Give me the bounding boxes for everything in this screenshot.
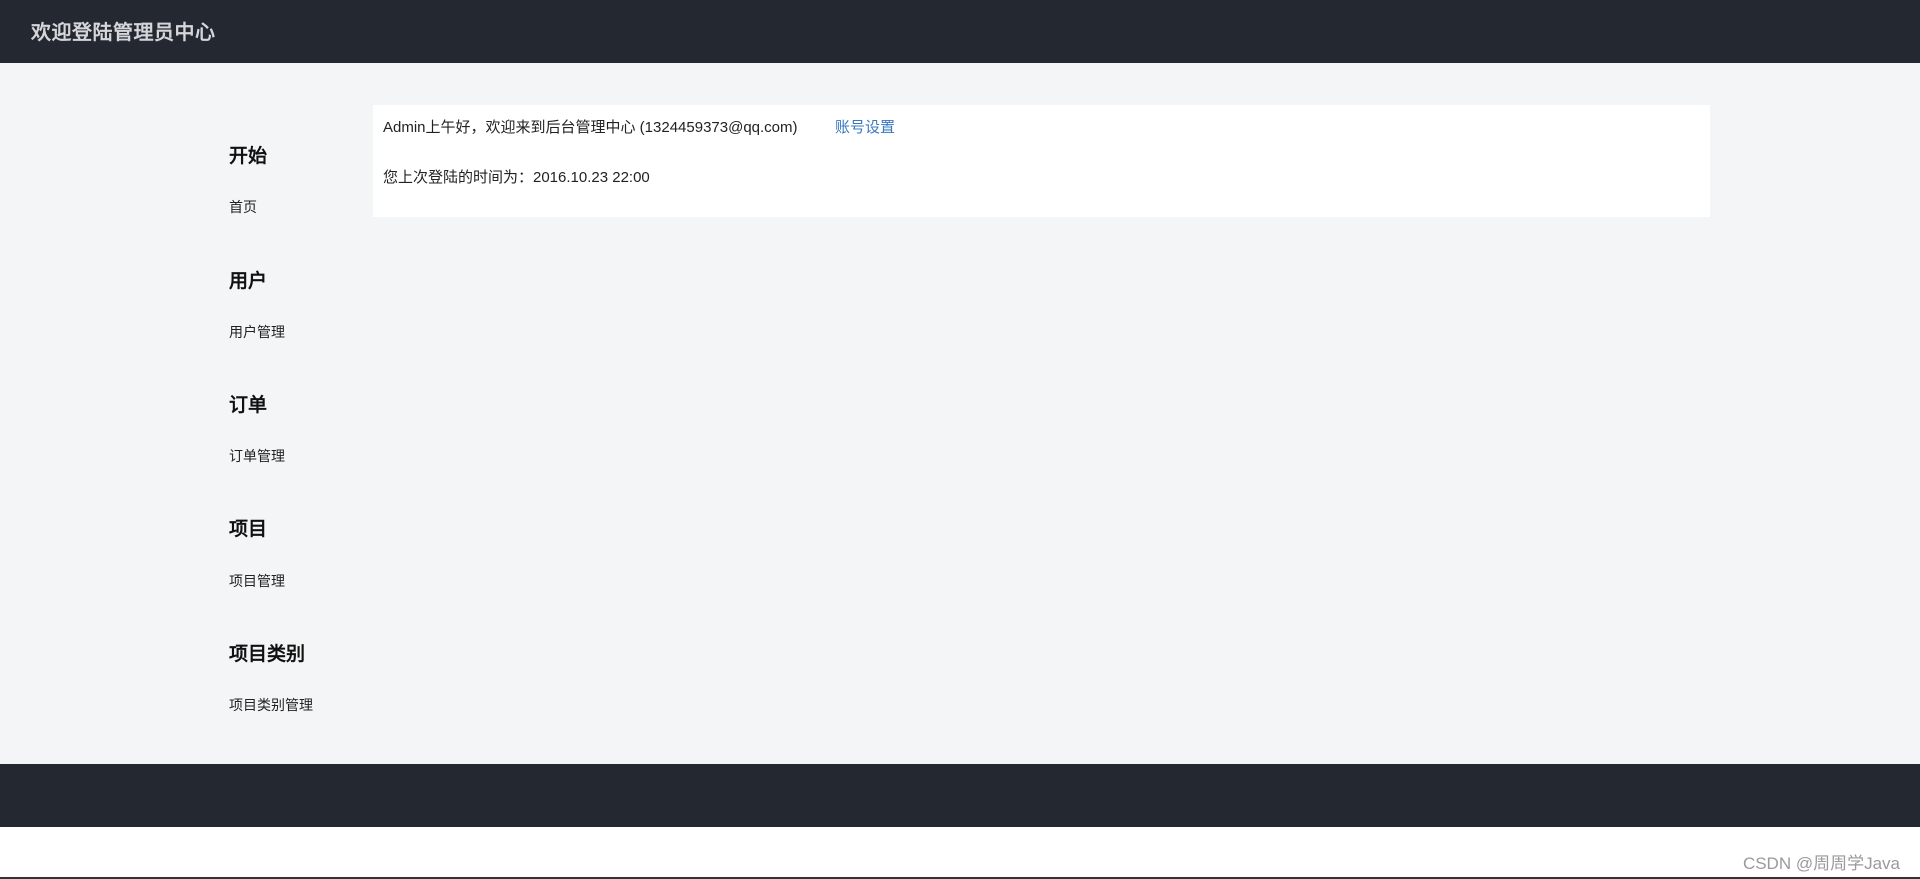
welcome-panel: Admin上午好，欢迎来到后台管理中心 (1324459373@qq.com) … [373,105,1710,217]
nav-group-user-title: 用户 [229,271,268,292]
nav-group-project-category-title: 项目类别 [229,644,306,665]
sidebar-item-project-category-management[interactable]: 项目类别管理 [229,695,313,715]
sidebar-item-order-management[interactable]: 订单管理 [229,446,285,466]
welcome-message: Admin上午好，欢迎来到后台管理中心 (1324459373@qq.com) [383,119,798,136]
sidebar-item-project-management[interactable]: 项目管理 [229,571,285,591]
nav-group-project-title: 项目 [229,519,268,540]
nav-group-start-title: 开始 [229,146,268,167]
nav-group-order-title: 订单 [229,395,268,416]
main-area: 开始 首页 用户 用户管理 订单 订单管理 项目 项目管理 项目类别 项目类别管… [0,63,1920,764]
last-login-time: 您上次登陆的时间为：2016.10.23 22:00 [383,169,650,186]
csdn-watermark: CSDN @周周学Java [1742,854,1900,873]
account-settings-link[interactable]: 账号设置 [835,116,895,137]
sidebar-item-home[interactable]: 首页 [229,197,257,217]
top-header: 欢迎登陆管理员中心 [0,0,1920,63]
bottom-strip: CSDN @周周学Java [0,827,1920,879]
footer-bar [0,764,1920,827]
sidebar-item-user-management[interactable]: 用户管理 [229,322,285,342]
page-title: 欢迎登陆管理员中心 [31,22,216,44]
